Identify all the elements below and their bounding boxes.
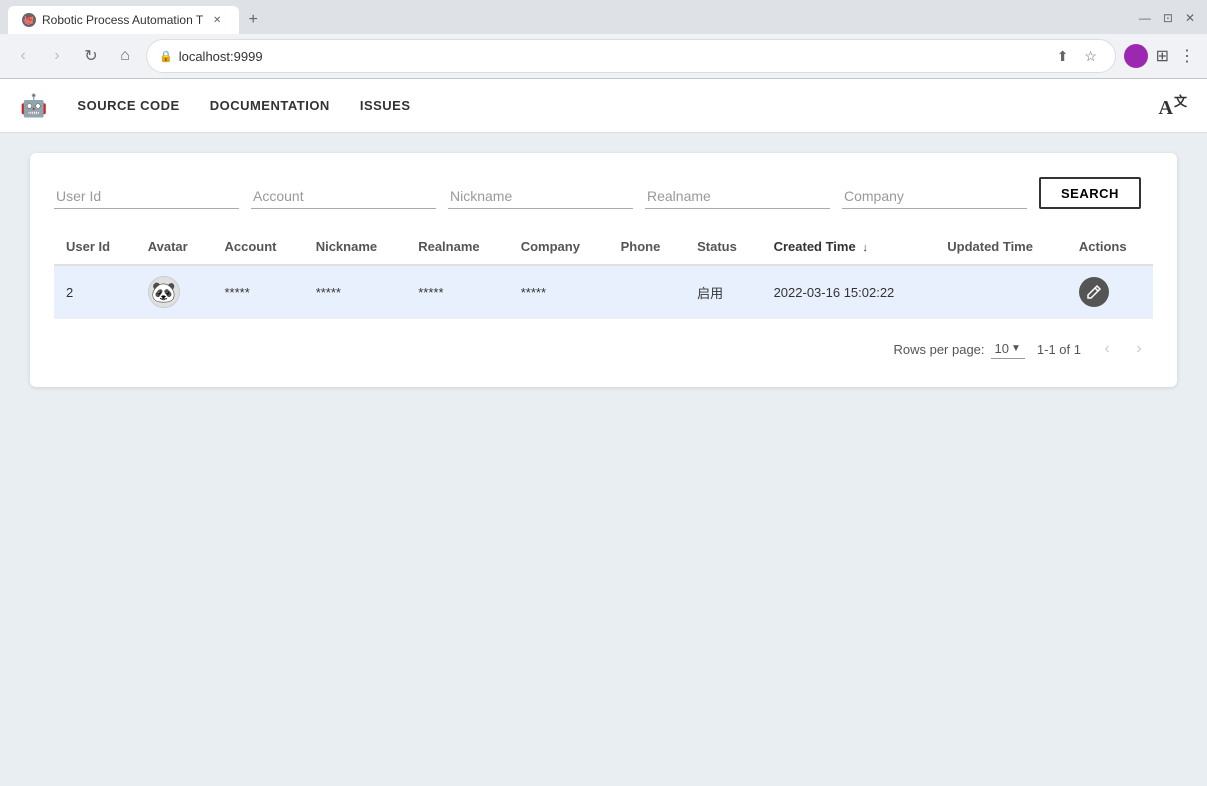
minimize-button[interactable]: — (1135, 9, 1155, 27)
close-window-button[interactable]: ✕ (1181, 9, 1199, 27)
realname-field (645, 184, 830, 209)
cell-nickname: ***** (304, 265, 407, 319)
profile-icon[interactable] (1124, 44, 1148, 68)
cell-company: ***** (509, 265, 609, 319)
sort-arrow-icon: ↓ (862, 242, 868, 254)
nav-documentation[interactable]: DOCUMENTATION (210, 94, 330, 117)
col-realname: Realname (406, 229, 509, 265)
table-row: 2 🐼 ***** ***** ***** ***** 启用 2022-03-1… (54, 265, 1153, 319)
dropdown-arrow-icon: ▼ (1011, 343, 1021, 354)
cell-status: 启用 (685, 265, 761, 319)
col-updated-time: Updated Time (935, 229, 1067, 265)
edit-icon (1086, 284, 1102, 300)
avatar: 🐼 (148, 276, 180, 308)
table-header: User Id Avatar Account Nickname Realname… (54, 229, 1153, 265)
translate-icon[interactable]: A文 (1159, 97, 1187, 119)
extensions-icon[interactable]: ⊞ (1154, 44, 1171, 68)
browser-toolbar: ⊞ ⋮ (1124, 44, 1197, 68)
col-nickname: Nickname (304, 229, 407, 265)
rows-per-page-select[interactable]: 10 ▼ (991, 339, 1025, 359)
cell-phone (609, 265, 685, 319)
cell-user-id: 2 (54, 265, 136, 319)
active-tab[interactable]: 🐙 Robotic Process Automation T ✕ (8, 6, 239, 34)
maximize-button[interactable]: ⊡ (1159, 9, 1177, 27)
address-bar: ‹ › ↻ ⌂ 🔒 localhost:9999 ⬆ ☆ ⊞ ⋮ (0, 34, 1207, 78)
realname-input[interactable] (645, 184, 830, 209)
nav-issues[interactable]: ISSUES (360, 94, 411, 117)
col-actions: Actions (1067, 229, 1153, 265)
url-bar[interactable]: 🔒 localhost:9999 ⬆ ☆ (146, 39, 1116, 73)
browser-chrome: 🐙 Robotic Process Automation T ✕ + — ⊡ ✕… (0, 0, 1207, 79)
nickname-input[interactable] (448, 184, 633, 209)
tab-title: Robotic Process Automation T (42, 13, 203, 27)
tab-close-button[interactable]: ✕ (209, 12, 225, 28)
security-lock-icon: 🔒 (159, 50, 173, 63)
content-card: SEARCH User Id Avatar Account Nickname R… (30, 153, 1177, 387)
rows-per-page: Rows per page: 10 ▼ (893, 339, 1024, 359)
cell-realname: ***** (406, 265, 509, 319)
next-page-button[interactable]: › (1125, 335, 1153, 363)
app-logo: 🤖 (20, 93, 47, 119)
rows-per-page-value: 10 (995, 341, 1009, 356)
col-phone: Phone (609, 229, 685, 265)
col-avatar: Avatar (136, 229, 213, 265)
main-content: SEARCH User Id Avatar Account Nickname R… (0, 133, 1207, 407)
rows-per-page-label: Rows per page: (893, 342, 984, 357)
share-button[interactable]: ⬆ (1051, 44, 1075, 68)
settings-icon[interactable]: ⋮ (1177, 44, 1197, 68)
tab-favicon: 🐙 (22, 13, 36, 27)
header-right: A文 (1159, 91, 1187, 120)
search-bar: SEARCH (54, 177, 1153, 209)
user-id-field (54, 184, 239, 209)
col-account: Account (212, 229, 303, 265)
col-company: Company (509, 229, 609, 265)
cell-account: ***** (212, 265, 303, 319)
edit-button[interactable] (1079, 277, 1109, 307)
refresh-button[interactable]: ↻ (78, 43, 104, 69)
cell-avatar: 🐼 (136, 265, 213, 319)
account-input[interactable] (251, 184, 436, 209)
url-action-buttons: ⬆ ☆ (1051, 44, 1103, 68)
app-nav: SOURCE CODE DOCUMENTATION ISSUES (77, 94, 1158, 117)
back-button[interactable]: ‹ (10, 43, 36, 69)
table-body: 2 🐼 ***** ***** ***** ***** 启用 2022-03-1… (54, 265, 1153, 319)
header-row: User Id Avatar Account Nickname Realname… (54, 229, 1153, 265)
data-table-container: User Id Avatar Account Nickname Realname… (54, 229, 1153, 319)
user-id-input[interactable] (54, 184, 239, 209)
nickname-field (448, 184, 633, 209)
col-status: Status (685, 229, 761, 265)
cell-updated-time (935, 265, 1067, 319)
pagination-bar: Rows per page: 10 ▼ 1-1 of 1 ‹ › (54, 335, 1153, 363)
company-input[interactable] (842, 184, 1027, 209)
bookmark-button[interactable]: ☆ (1079, 44, 1103, 68)
cell-actions (1067, 265, 1153, 319)
home-button[interactable]: ⌂ (112, 43, 138, 69)
cell-created-time: 2022-03-16 15:02:22 (762, 265, 936, 319)
data-table: User Id Avatar Account Nickname Realname… (54, 229, 1153, 319)
forward-button[interactable]: › (44, 43, 70, 69)
tab-bar-controls: — ⊡ ✕ (1135, 9, 1199, 31)
company-field (842, 184, 1027, 209)
page-info: 1-1 of 1 (1037, 342, 1081, 357)
search-button[interactable]: SEARCH (1039, 177, 1141, 209)
url-text: localhost:9999 (179, 49, 1045, 64)
tab-bar: 🐙 Robotic Process Automation T ✕ + — ⊡ ✕ (0, 0, 1207, 34)
status-badge: 启用 (697, 286, 723, 301)
new-tab-button[interactable]: + (241, 8, 265, 32)
app-header: 🤖 SOURCE CODE DOCUMENTATION ISSUES A文 (0, 79, 1207, 133)
nav-source-code[interactable]: SOURCE CODE (77, 94, 179, 117)
account-field (251, 184, 436, 209)
col-user-id: User Id (54, 229, 136, 265)
page-navigation: ‹ › (1093, 335, 1153, 363)
col-created-time[interactable]: Created Time ↓ (762, 229, 936, 265)
prev-page-button[interactable]: ‹ (1093, 335, 1121, 363)
